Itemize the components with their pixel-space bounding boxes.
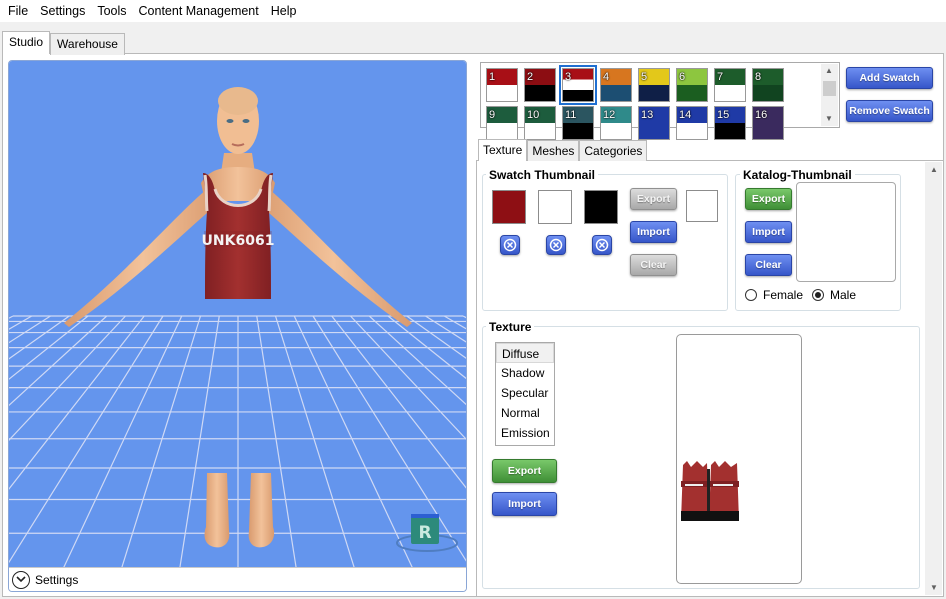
scroll-down-icon[interactable]: ▼ xyxy=(825,114,833,123)
katalog-clear-button[interactable]: Clear xyxy=(745,254,792,276)
texture-import-button[interactable]: Import xyxy=(492,492,557,516)
swatch-number: 9 xyxy=(489,109,496,121)
texture-preview xyxy=(676,334,802,584)
add-swatch-button[interactable]: Add Swatch xyxy=(846,67,933,89)
menu-tools[interactable]: Tools xyxy=(91,0,132,22)
swatch-13[interactable]: 13 xyxy=(638,106,670,140)
menu-settings[interactable]: Settings xyxy=(34,0,91,22)
close-icon xyxy=(549,238,563,252)
remove-swatch-button[interactable]: Remove Swatch xyxy=(846,100,933,122)
menu-bar: File Settings Tools Content Management H… xyxy=(0,0,946,22)
swatch-number: 13 xyxy=(641,109,654,121)
swatch-number: 14 xyxy=(679,109,692,121)
swatch-number: 1 xyxy=(489,71,496,83)
swatch-7[interactable]: 7 xyxy=(714,68,746,102)
viewport-settings-label: Settings xyxy=(35,572,79,587)
swatch-thumbnail-title: Swatch Thumbnail xyxy=(486,168,599,182)
swatch-number: 8 xyxy=(755,71,762,83)
scroll-up-icon[interactable]: ▲ xyxy=(825,66,833,75)
svg-text:UNK6061: UNK6061 xyxy=(202,233,275,249)
panel-scrollbar[interactable]: ▲ ▼ xyxy=(925,162,942,595)
radio-male-dot[interactable] xyxy=(812,289,824,301)
scroll-up-icon[interactable]: ▲ xyxy=(930,165,938,174)
swatch-number: 5 xyxy=(641,71,648,83)
viewport-settings-expander[interactable]: Settings xyxy=(9,567,466,591)
swatch-number: 7 xyxy=(717,71,724,83)
swatch-6[interactable]: 6 xyxy=(676,68,708,102)
swatch-color-1[interactable] xyxy=(492,190,526,224)
close-icon xyxy=(503,238,517,252)
texture-item-normal[interactable]: Normal xyxy=(496,403,554,423)
texture-item-emission[interactable]: Emission xyxy=(496,423,554,443)
swatch-number: 6 xyxy=(679,71,686,83)
katalog-thumbnail-preview xyxy=(796,182,896,282)
tab-studio[interactable]: Studio xyxy=(2,31,51,54)
swatch-9[interactable]: 9 xyxy=(486,106,518,140)
texture-item-shadow[interactable]: Shadow xyxy=(496,363,554,383)
swatch-16[interactable]: 16 xyxy=(752,106,784,140)
swatch-number: 10 xyxy=(527,109,540,121)
swatch-10[interactable]: 10 xyxy=(524,106,556,140)
texture-group-title: Texture xyxy=(486,320,535,334)
swatch-number: 15 xyxy=(717,109,730,121)
swatch-number: 11 xyxy=(565,109,577,121)
swatch-number: 4 xyxy=(603,71,610,83)
scroll-down-icon[interactable]: ▼ xyxy=(930,583,938,592)
katalog-import-button[interactable]: Import xyxy=(745,221,792,243)
gender-female-label: Female xyxy=(763,288,804,302)
tab-warehouse[interactable]: Warehouse xyxy=(50,33,125,55)
swatch-thumbnail-export-button[interactable]: Export xyxy=(630,188,677,210)
katalog-export-button[interactable]: Export xyxy=(745,188,792,210)
swatch-color-3[interactable] xyxy=(584,190,618,224)
menu-help[interactable]: Help xyxy=(265,0,303,22)
menu-content-management[interactable]: Content Management xyxy=(133,0,265,22)
swatch-number: 16 xyxy=(755,109,768,121)
gender-female-radio[interactable]: Female xyxy=(745,288,803,302)
texture-item-specular[interactable]: Specular xyxy=(496,383,554,403)
scroll-thumb[interactable] xyxy=(823,81,836,96)
main-tabs: Studio Warehouse xyxy=(2,31,125,55)
3d-viewport[interactable]: UNK6061 R Settings xyxy=(8,60,467,592)
swatch-4[interactable]: 4 xyxy=(600,68,632,102)
swatch-color-2[interactable] xyxy=(538,190,572,224)
swatch-5[interactable]: 5 xyxy=(638,68,670,102)
swatch-number: 12 xyxy=(603,109,616,121)
swatch-15[interactable]: 15 xyxy=(714,106,746,140)
swatch-list[interactable]: 1 2 3 4 5 6 7 8 9 10 11 12 13 14 15 16 ▲ ▼ xyxy=(480,62,840,140)
swatch-14[interactable]: 14 xyxy=(676,106,708,140)
gender-male-label: Male xyxy=(830,288,857,302)
texture-preview-image xyxy=(681,461,739,521)
tab-texture[interactable]: Texture xyxy=(478,139,528,161)
swatch-1[interactable]: 1 xyxy=(486,68,518,102)
viewport-scene[interactable]: UNK6061 R xyxy=(9,61,467,569)
swatch-thumbnail-preview xyxy=(686,190,718,222)
texture-item-diffuse[interactable]: Diffuse xyxy=(496,343,554,363)
swatch-thumbnail-clear-button[interactable]: Clear xyxy=(630,254,677,276)
swatch-number: 2 xyxy=(527,71,534,83)
texture-export-button[interactable]: Export xyxy=(492,459,557,483)
svg-text:R: R xyxy=(418,523,431,543)
tab-meshes[interactable]: Meshes xyxy=(527,140,580,161)
swatch-list-scrollbar[interactable]: ▲ ▼ xyxy=(821,64,838,126)
sub-tabs: Texture Meshes Categories xyxy=(478,139,648,161)
tab-categories[interactable]: Categories xyxy=(579,140,648,161)
gender-male-radio[interactable]: Male xyxy=(812,288,856,302)
texture-type-list[interactable]: Diffuse Shadow Specular Normal Emission xyxy=(495,342,555,446)
clear-color-3-button[interactable] xyxy=(592,235,612,255)
swatch-12[interactable]: 12 xyxy=(600,106,632,140)
swatch-3[interactable]: 3 xyxy=(559,65,597,105)
menu-file[interactable]: File xyxy=(0,0,34,22)
katalog-thumbnail-title: Katalog-Thumbnail xyxy=(740,168,855,182)
chevron-down-icon[interactable] xyxy=(12,570,30,589)
close-icon xyxy=(595,238,609,252)
swatch-thumbnail-import-button[interactable]: Import xyxy=(630,221,677,243)
swatch-8[interactable]: 8 xyxy=(752,68,784,102)
clear-color-1-button[interactable] xyxy=(500,235,520,255)
swatch-2[interactable]: 2 xyxy=(524,68,556,102)
clear-color-2-button[interactable] xyxy=(546,235,566,255)
swatch-number: 3 xyxy=(565,71,572,83)
radio-female-dot[interactable] xyxy=(745,289,757,301)
swatch-11[interactable]: 11 xyxy=(562,106,594,140)
